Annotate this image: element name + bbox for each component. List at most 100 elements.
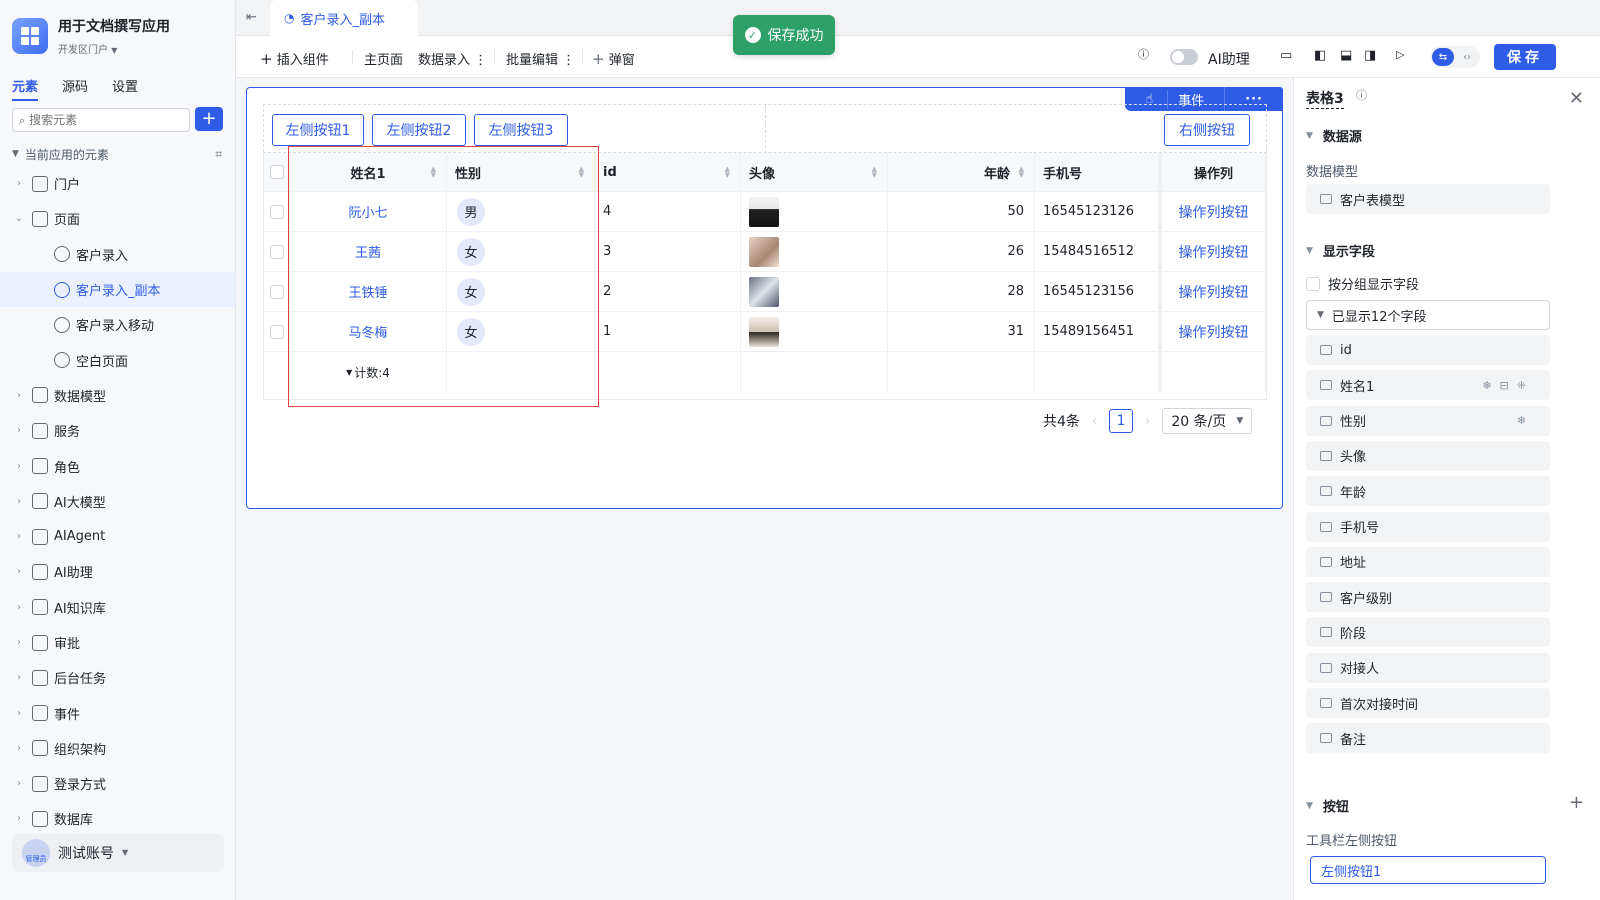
panel-left-icon[interactable]: ◧	[1314, 49, 1326, 62]
sidebar-item[interactable]: › 登录方式	[0, 766, 235, 801]
popup-button[interactable]: + 弹窗	[592, 49, 635, 69]
tab-settings[interactable]: 设置	[112, 76, 138, 101]
sort-icon[interactable]: ▲ ▼	[579, 166, 584, 179]
batch-edit-menu[interactable]: 批量编辑 ⋮	[506, 49, 575, 68]
section-datasource[interactable]: ▼ 数据源	[1306, 126, 1362, 145]
sidebar-item[interactable]: ⌄ 页面	[0, 201, 235, 236]
sidebar-item[interactable]: › 后台任务	[0, 660, 235, 695]
help-icon[interactable]: ⓘ	[1138, 49, 1149, 60]
row-checkbox[interactable]	[269, 244, 284, 259]
sidebar-item[interactable]: › 数据模型	[0, 378, 235, 413]
page-number[interactable]: 1	[1109, 409, 1134, 433]
row-action-button[interactable]: 操作列按钮	[1179, 282, 1249, 302]
insert-component-button[interactable]: + 插入组件	[260, 49, 329, 69]
chevron-right-icon[interactable]: ›	[12, 425, 26, 436]
shown-fields-toggle[interactable]: ▼ 已显示12个字段	[1306, 300, 1550, 330]
column-header-name[interactable]: 姓名1 ▲ ▼	[290, 153, 447, 191]
left-button-1[interactable]: 左侧按钮1	[272, 114, 364, 146]
display-field-item[interactable]: 阶段	[1306, 617, 1550, 648]
sort-icon[interactable]: ▲ ▼	[1019, 166, 1024, 179]
select-all-checkbox[interactable]	[269, 165, 284, 179]
display-field-item[interactable]: 手机号	[1306, 511, 1550, 542]
chevron-right-icon[interactable]: ›	[12, 813, 26, 824]
display-field-item[interactable]: 姓名1 ❄⊟⁜	[1306, 370, 1550, 401]
locate-icon[interactable]: ⌗	[215, 148, 222, 160]
design-mode-icon[interactable]: ⇆	[1432, 48, 1454, 66]
display-field-item[interactable]: 客户级别	[1306, 582, 1550, 613]
sidebar-item[interactable]: › 事件	[0, 695, 235, 730]
display-field-item[interactable]: 性别 ❄	[1306, 405, 1550, 436]
element-search[interactable]: ⌕	[12, 108, 190, 132]
chevron-right-icon[interactable]: ›	[12, 461, 26, 472]
sort-icon[interactable]: ▲ ▼	[431, 166, 436, 179]
column-header-id[interactable]: id ▲ ▼	[595, 153, 741, 191]
chevron-down-icon[interactable]: ⌄	[12, 213, 26, 224]
row-checkbox[interactable]	[269, 324, 284, 339]
right-button[interactable]: 右侧按钮	[1164, 114, 1250, 146]
display-field-item[interactable]: 年龄	[1306, 476, 1550, 507]
save-button[interactable]: 保存	[1494, 44, 1556, 70]
tab-source[interactable]: 源码	[62, 76, 88, 101]
chevron-right-icon[interactable]: ›	[12, 178, 26, 189]
sidebar-item[interactable]: › 门户	[0, 166, 235, 201]
tab-elements[interactable]: 元素	[12, 76, 39, 101]
display-field-item[interactable]: id	[1306, 335, 1550, 365]
table-row[interactable]: 王铁锤 女 2 28 16545123156 操作列按钮	[264, 272, 1266, 312]
row-action-button[interactable]: 操作列按钮	[1179, 202, 1249, 222]
sidebar-item[interactable]: › AI大模型	[0, 484, 235, 519]
sidebar-item[interactable]: › AI助理	[0, 554, 235, 589]
column-header-age[interactable]: 年龄 ▲ ▼	[888, 153, 1035, 191]
sidebar-item[interactable]: 空白页面	[0, 342, 235, 377]
page-size-select[interactable]: 20 条/页 ▼	[1162, 408, 1253, 434]
cell-name[interactable]: 王铁锤	[348, 282, 387, 301]
display-field-item[interactable]: 备注	[1306, 723, 1550, 754]
left-button-3[interactable]: 左侧按钮3	[474, 114, 568, 146]
toolbar-left-button-input[interactable]: 左侧按钮1	[1310, 856, 1546, 884]
chevron-right-icon[interactable]: ›	[12, 496, 26, 507]
left-button-2[interactable]: 左侧按钮2	[372, 114, 466, 146]
sort-icon[interactable]: ▲ ▼	[872, 166, 877, 179]
model-select[interactable]: 客户表模型	[1306, 184, 1550, 214]
row-checkbox[interactable]	[269, 204, 284, 219]
view-mode-switch[interactable]: ⇆ ‹›	[1430, 46, 1480, 68]
chevron-right-icon[interactable]: ›	[12, 637, 26, 648]
sidebar-item[interactable]: › 组织架构	[0, 731, 235, 766]
help-icon[interactable]: ⓘ	[1356, 90, 1367, 101]
collapse-sidebar-icon[interactable]: ⇤	[246, 10, 257, 25]
cell-name[interactable]: 马冬梅	[348, 322, 387, 341]
cell-name[interactable]: 阮小七	[348, 202, 387, 221]
user-account[interactable]: 管理员 测试账号 ▼	[12, 834, 224, 872]
display-field-item[interactable]: 头像	[1306, 440, 1550, 471]
table-row[interactable]: 王茜 女 3 26 15484516512 操作列按钮	[264, 232, 1266, 272]
portal-selector[interactable]: 开发区门户 ▼	[58, 41, 117, 56]
sidebar-item[interactable]: 客户录入_副本	[0, 271, 235, 308]
sidebar-item[interactable]: › 审批	[0, 625, 235, 660]
plus-icon[interactable]: +	[1569, 794, 1584, 812]
chevron-right-icon[interactable]: ›	[12, 602, 26, 613]
panel-right-icon[interactable]: ◨	[1364, 49, 1376, 62]
chevron-right-icon[interactable]: ›	[12, 778, 26, 789]
chevron-right-icon[interactable]: ›	[12, 672, 26, 683]
chevron-right-icon[interactable]: ›	[12, 566, 26, 577]
cell-name[interactable]: 王茜	[355, 242, 381, 261]
panel-bottom-icon[interactable]: ⬓	[1340, 49, 1352, 62]
ai-assistant-toggle[interactable]	[1170, 49, 1198, 65]
sidebar-item[interactable]: 客户录入	[0, 237, 235, 272]
sidebar-item[interactable]: › 角色	[0, 448, 235, 483]
column-header-gender[interactable]: 性别 ▲ ▼	[447, 153, 595, 191]
add-element-button[interactable]: +	[195, 107, 223, 131]
table-component[interactable]: ☝ 事件 ··· 左侧按钮1 左侧按钮2 左侧按钮3 右侧按钮 姓名1 ▲ ▼ 性别 ▲…	[246, 87, 1283, 509]
count-summary[interactable]: ▼ 计数:4	[290, 352, 447, 392]
chevron-right-icon[interactable]: ›	[12, 531, 26, 542]
sidebar-item[interactable]: › 数据库	[0, 801, 235, 836]
tree-header[interactable]: ▼ 当前应用的元素 ⌗	[12, 144, 222, 164]
home-page-button[interactable]: 主页面	[364, 49, 403, 68]
field-settings-icons[interactable]: ❄	[1517, 414, 1534, 427]
chevron-right-icon[interactable]: ›	[12, 708, 26, 719]
row-checkbox[interactable]	[269, 284, 284, 299]
next-page-icon[interactable]: ›	[1145, 415, 1150, 428]
close-icon[interactable]: ✕	[1569, 88, 1584, 109]
group-fields-option[interactable]: 按分组显示字段	[1306, 274, 1419, 293]
layout-icon[interactable]: ▭	[1280, 49, 1292, 62]
prev-page-icon[interactable]: ‹	[1092, 415, 1097, 428]
